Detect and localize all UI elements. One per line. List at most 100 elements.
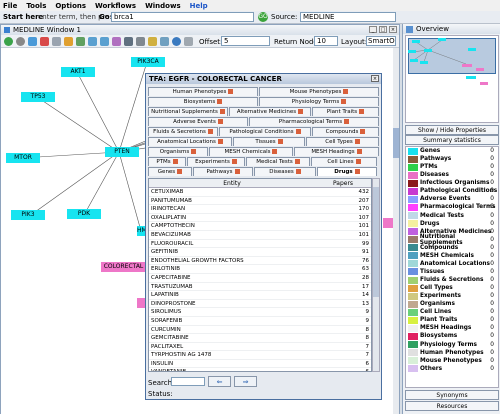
tab-anatomical-locations[interactable]: Anatomical Locations bbox=[148, 137, 232, 146]
node-pik3[interactable]: PIK3 bbox=[11, 210, 45, 220]
go-button-icon[interactable]: GO bbox=[258, 12, 268, 22]
table-row[interactable]: PANITUMUMAB 207 bbox=[149, 197, 371, 206]
column-papers[interactable]: Papers bbox=[315, 179, 371, 187]
tab-cell-lines[interactable]: Cell Lines bbox=[311, 157, 377, 166]
table-row[interactable]: FLUOROURACIL 99 bbox=[149, 240, 371, 249]
stat-row[interactable]: MESH Headings 0 bbox=[406, 324, 498, 332]
stat-row[interactable]: Medical Tests 0 bbox=[406, 212, 498, 220]
return-nodes-input[interactable]: 10 bbox=[314, 36, 338, 46]
table-row[interactable]: INSULIN 6 bbox=[149, 360, 371, 369]
menu-tools[interactable]: Tools bbox=[26, 2, 46, 10]
tab-pharmacological-terms[interactable]: Pharmacological Terms bbox=[249, 117, 379, 126]
tab-mesh-headings[interactable]: MESH Headings bbox=[294, 147, 379, 156]
maximize-button[interactable]: □ bbox=[379, 26, 387, 33]
stat-row[interactable]: Nutritional Supplements 0 bbox=[406, 234, 498, 246]
tab-compounds[interactable]: Compounds bbox=[312, 127, 379, 136]
node-partial-pink-right[interactable] bbox=[383, 218, 393, 228]
stat-row[interactable]: Adverse Events 0 bbox=[406, 195, 498, 203]
dialog-search-input[interactable] bbox=[171, 377, 205, 386]
table-row[interactable]: DINOPROSTONE 13 bbox=[149, 300, 371, 309]
table-row[interactable]: OXALIPLATIN 107 bbox=[149, 214, 371, 223]
tab-ptms[interactable]: PTMs bbox=[148, 157, 186, 166]
summary-statistics-tab[interactable]: Summary statistics bbox=[405, 135, 499, 145]
table-row[interactable]: GEFITINIB 91 bbox=[149, 248, 371, 257]
node-tp53[interactable]: TP53 bbox=[21, 92, 55, 102]
source-select[interactable]: MEDLINE bbox=[300, 12, 396, 22]
stat-row[interactable]: MESH Chemicals 0 bbox=[406, 252, 498, 260]
stat-row[interactable]: Diseases 0 bbox=[406, 171, 498, 179]
tab-mouse-phenotypes[interactable]: Mouse Phenotypes bbox=[259, 87, 379, 96]
stat-row[interactable]: Anatomical Locations 0 bbox=[406, 260, 498, 268]
dialog-close-button[interactable]: × bbox=[371, 75, 379, 82]
stat-row[interactable]: Biosystems 0 bbox=[406, 332, 498, 340]
print-icon[interactable] bbox=[136, 37, 145, 46]
save-icon[interactable] bbox=[124, 37, 133, 46]
node-pdk[interactable]: PDK bbox=[67, 209, 101, 219]
table-row[interactable]: BEVACIZUMAB 101 bbox=[149, 231, 371, 240]
expand-icon[interactable] bbox=[76, 37, 85, 46]
stat-row[interactable]: Fluids & Secretions 0 bbox=[406, 276, 498, 284]
table-scrollbar[interactable] bbox=[372, 178, 380, 372]
node-mtor[interactable]: MTOR bbox=[6, 153, 40, 163]
tab-pathways[interactable]: Pathways bbox=[193, 167, 253, 176]
table-row[interactable]: LAPATINIB 14 bbox=[149, 291, 371, 300]
menu-options[interactable]: Options bbox=[55, 2, 86, 10]
tab-diseases[interactable]: Diseases bbox=[254, 167, 316, 176]
tab-human-phenotypes[interactable]: Human Phenotypes bbox=[148, 87, 258, 96]
stat-row[interactable]: Genes 0 bbox=[406, 147, 498, 155]
tab-plant-traits[interactable]: Plant Traits bbox=[312, 107, 379, 116]
menu-file[interactable]: File bbox=[3, 2, 17, 10]
add-icon[interactable] bbox=[28, 37, 37, 46]
menu-windows[interactable]: Windows bbox=[145, 2, 181, 10]
minimize-button[interactable]: _ bbox=[369, 26, 377, 33]
column-entity[interactable]: Entity bbox=[149, 179, 315, 187]
stat-row[interactable]: Plant Traits 0 bbox=[406, 316, 498, 324]
overview-map[interactable] bbox=[405, 35, 499, 123]
stat-row[interactable]: Drugs 0 bbox=[406, 220, 498, 228]
menu-workflows[interactable]: Workflows bbox=[95, 2, 136, 10]
search-input[interactable] bbox=[111, 12, 254, 22]
tab-genes[interactable]: Genes bbox=[148, 167, 192, 176]
table-row[interactable]: ENDOTHELIAL GROWTH FACTORS 76 bbox=[149, 257, 371, 266]
stat-row[interactable]: Physiology Terms 0 bbox=[406, 341, 498, 349]
tab-organisms[interactable]: Organisms bbox=[148, 147, 208, 156]
zoom-out-icon[interactable] bbox=[100, 37, 109, 46]
table-row[interactable]: CURCUMIN 8 bbox=[149, 326, 371, 335]
search-previous-button[interactable]: ⇐ bbox=[208, 376, 231, 387]
table-row[interactable]: IRINOTECAN 170 bbox=[149, 205, 371, 214]
synonyms-button[interactable]: Synonyms bbox=[405, 390, 499, 400]
back-icon[interactable] bbox=[4, 37, 13, 46]
table-row[interactable]: CAPECITABINE 28 bbox=[149, 274, 371, 283]
node-colorectal[interactable]: COLORECTAL bbox=[101, 262, 146, 272]
show-hide-properties-button[interactable]: Show / Hide Properties bbox=[405, 125, 499, 135]
table-row[interactable]: PACLITAXEL 7 bbox=[149, 343, 371, 352]
table-row[interactable]: SIROLIMUS 9 bbox=[149, 308, 371, 317]
stat-row[interactable]: Organisms 0 bbox=[406, 300, 498, 308]
stat-row[interactable]: Compounds 0 bbox=[406, 244, 498, 252]
layout-select[interactable]: SmartOrganic bbox=[366, 36, 396, 46]
stat-row[interactable]: Mouse Phenotypes 0 bbox=[406, 357, 498, 365]
menu-help[interactable]: Help bbox=[190, 2, 208, 10]
tab-physiology-terms[interactable]: Physiology Terms bbox=[259, 97, 379, 106]
node-pten[interactable]: PTEN bbox=[105, 147, 139, 157]
tab-fluids-secretions[interactable]: Fluids & Secretions bbox=[148, 127, 218, 136]
search-next-button[interactable]: ⇒ bbox=[234, 376, 257, 387]
table-row[interactable]: TYRPHOSTIN AG 1478 7 bbox=[149, 351, 371, 360]
table-row[interactable]: SORAFENIB 9 bbox=[149, 317, 371, 326]
tab-experiments[interactable]: Experiments bbox=[187, 157, 245, 166]
table-row[interactable]: TRASTUZUMAB 17 bbox=[149, 283, 371, 292]
tab-adverse-events[interactable]: Adverse Events bbox=[148, 117, 248, 126]
resources-button[interactable]: Resources bbox=[405, 401, 499, 411]
canvas-scrollbar[interactable] bbox=[393, 48, 399, 414]
stat-row[interactable]: Pathways 0 bbox=[406, 155, 498, 163]
stat-row[interactable]: Pharmacological Terms 0 bbox=[406, 203, 498, 211]
tab-tissues[interactable]: Tissues bbox=[233, 137, 305, 146]
stat-row[interactable]: Tissues 0 bbox=[406, 268, 498, 276]
table-row[interactable]: CETUXIMAB 432 bbox=[149, 188, 371, 197]
tab-pathological-conditions[interactable]: Pathological Conditions bbox=[219, 127, 311, 136]
tab-medical-tests[interactable]: Medical Tests bbox=[246, 157, 310, 166]
image-icon[interactable] bbox=[148, 37, 157, 46]
export-icon[interactable] bbox=[112, 37, 121, 46]
stat-row[interactable]: Others 0 bbox=[406, 365, 498, 373]
settings-icon[interactable] bbox=[184, 37, 193, 46]
